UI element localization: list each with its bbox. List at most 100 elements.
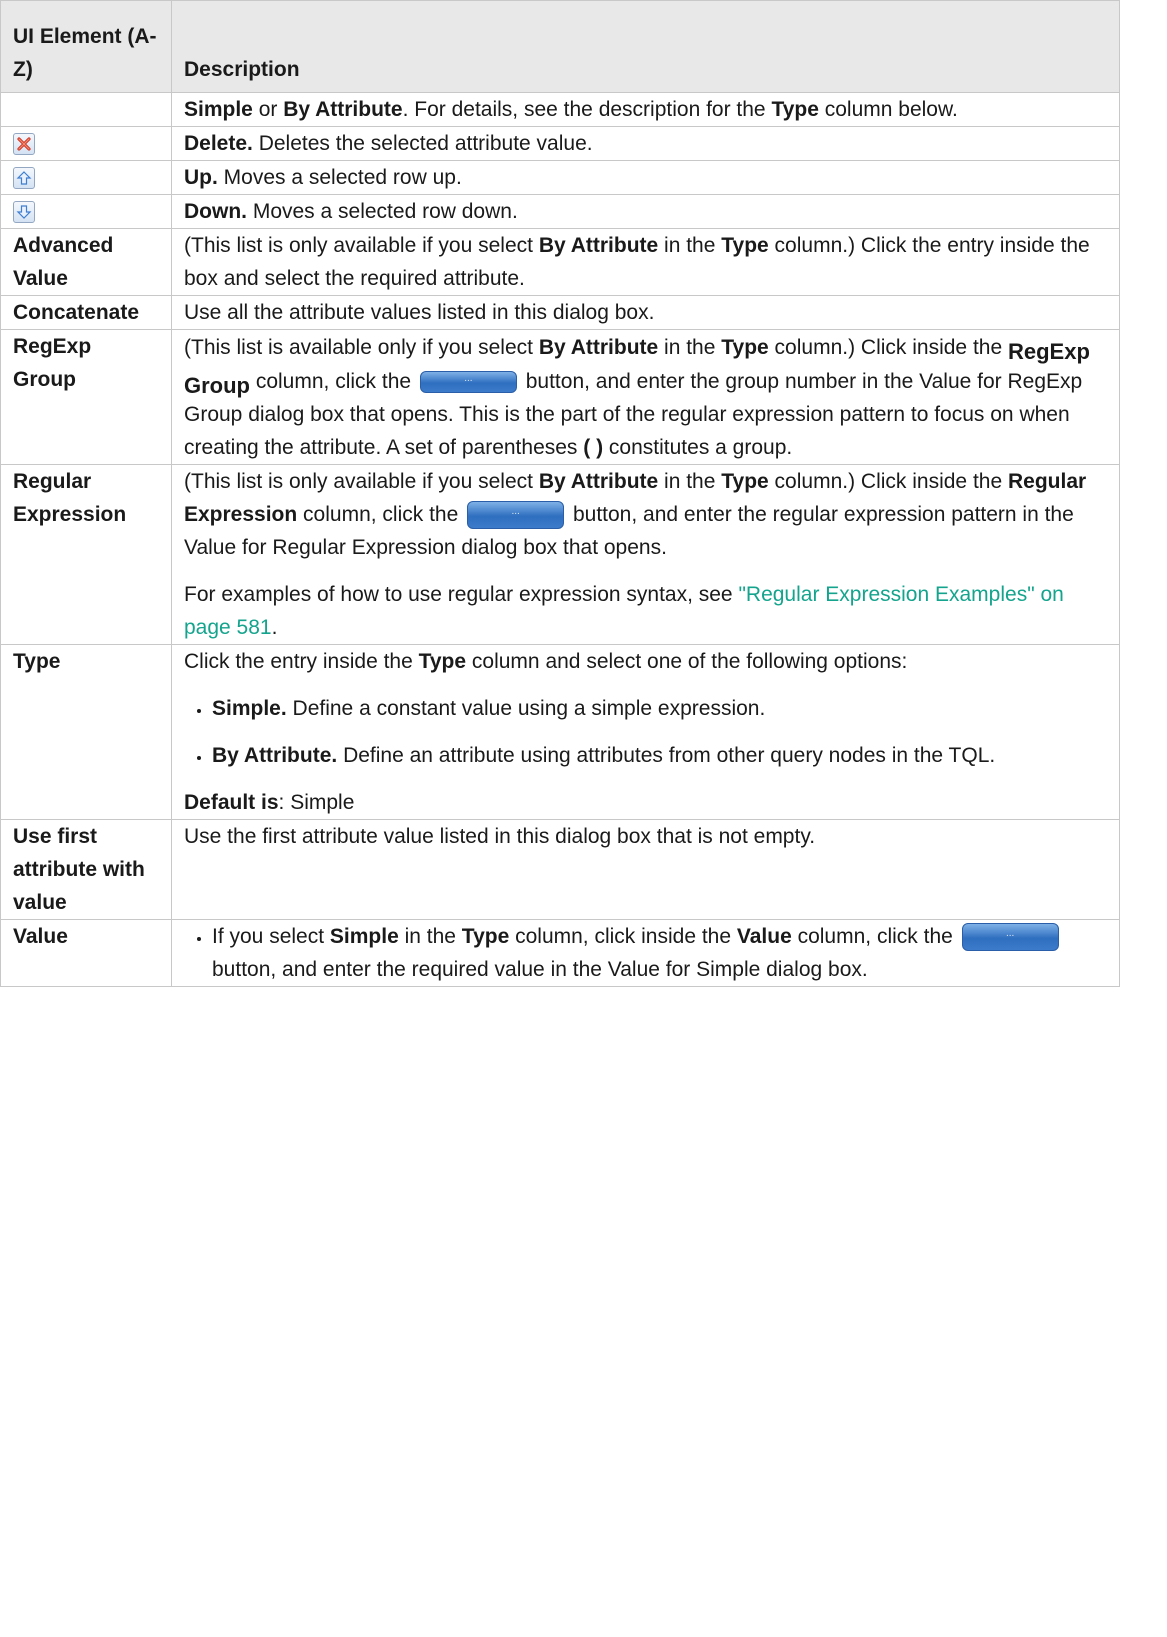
desc-text: (This list is available only if you sele… [184,336,539,359]
term-by-attribute: By Attribute. [212,744,338,767]
description-cell: Simple or By Attribute. For details, see… [171,92,1120,127]
arrow-down-icon[interactable] [13,201,35,224]
element-cell-empty [0,92,172,127]
element-cell [0,160,172,195]
desc-text: constitutes a group. [603,436,793,459]
element-cell: Concatenate [0,295,172,330]
description-cell: Use all the attribute values listed in t… [171,295,1120,330]
desc-text: If you select [212,925,330,948]
term-type: Type [418,650,467,673]
term-type: Type [721,336,769,359]
description-cell: Down. Moves a selected row down. [171,194,1120,229]
delete-x-icon[interactable] [13,133,35,156]
description-cell: Use the first attribute value listed in … [171,819,1120,920]
term-delete: Delete. [184,132,253,155]
desc-text: column.) Click inside the [768,336,1008,359]
column-header-description: Description [171,0,1120,93]
table-header-row: UI Element (A-Z) Description [0,0,1120,93]
ellipsis-button[interactable]: ... [961,923,1059,952]
desc-text: column, click the [791,925,959,948]
desc-text: column, click the [250,370,417,393]
desc-text: . For details, see the description for t… [402,98,772,121]
term-type: Type [461,925,510,948]
element-cell: Type [0,644,172,820]
desc-text: : Simple [278,791,355,814]
term-type: Type [721,234,769,257]
desc-paragraph: Default is: Simple [184,786,1107,819]
list-item: Simple. Define a constant value using a … [212,692,1107,725]
table-row: Use first attribute with value Use the f… [0,819,1120,920]
desc-text: column and select one of the following o… [466,650,908,673]
desc-text: . [271,616,278,639]
table-row: Simple or By Attribute. For details, see… [0,92,1120,127]
term-by-attribute: By Attribute [538,336,659,359]
desc-text: Define an attribute using attributes fro… [337,744,996,767]
table-row: RegExp Group (This list is available onl… [0,329,1120,465]
options-list: If you select Simple in the Type column,… [184,920,1107,986]
element-cell: Use first attribute with value [0,819,172,920]
description-cell: Up. Moves a selected row up. [171,160,1120,195]
desc-text: Moves a selected row down. [247,200,518,223]
ellipsis-button[interactable]: ... [467,501,565,530]
term-value: Value [736,925,792,948]
desc-text: column, click the [297,503,465,526]
desc-text: column.) Click inside the [768,470,1008,493]
term-up: Up. [184,166,218,189]
term-default: Default is [184,791,279,814]
element-cell: Value [0,919,172,987]
desc-text: or [252,98,284,121]
desc-text: Deletes the selected attribute value. [252,132,593,155]
desc-text: (This list is only available if you sele… [184,234,539,257]
column-header-ui-element: UI Element (A-Z) [0,0,172,93]
desc-text: in the [658,336,722,359]
table-row: Delete. Deletes the selected attribute v… [0,126,1120,161]
desc-paragraph: Click the entry inside the Type column a… [184,645,1107,678]
desc-text: Define a constant value using a simple e… [286,697,766,720]
element-cell [0,194,172,229]
description-cell: (This list is available only if you sele… [171,329,1120,465]
element-cell: Regular Expression [0,464,172,645]
desc-text: For examples of how to use regular expre… [184,583,739,606]
desc-text: in the [398,925,462,948]
options-list: Simple. Define a constant value using a … [184,692,1107,772]
ellipsis-button[interactable]: ... [419,371,517,394]
table-row: Advanced Value (This list is only availa… [0,228,1120,296]
table-row: Regular Expression (This list is only av… [0,464,1120,645]
term-by-attribute: By Attribute [538,234,659,257]
element-cell: RegExp Group [0,329,172,465]
term-down: Down. [184,200,247,223]
term-parentheses: ( ) [583,436,604,459]
desc-text: column, click inside the [509,925,737,948]
term-by-attribute: By Attribute [538,470,659,493]
description-cell: (This list is only available if you sele… [171,464,1120,645]
table-row: Up. Moves a selected row up. [0,160,1120,195]
description-cell: (This list is only available if you sele… [171,228,1120,296]
element-cell [0,126,172,161]
desc-text: in the [658,234,722,257]
description-cell: Delete. Deletes the selected attribute v… [171,126,1120,161]
description-cell: Click the entry inside the Type column a… [171,644,1120,820]
arrow-up-icon[interactable] [13,167,35,190]
desc-text: Click the entry inside the [184,650,419,673]
desc-text: column below. [818,98,958,121]
term-type: Type [721,470,769,493]
list-item: By Attribute. Define an attribute using … [212,739,1107,772]
desc-text: Moves a selected row up. [217,166,462,189]
term-simple: Simple [329,925,399,948]
description-cell: If you select Simple in the Type column,… [171,919,1120,987]
desc-paragraph: For examples of how to use regular expre… [184,578,1107,644]
element-cell: Advanced Value [0,228,172,296]
desc-paragraph: (This list is only available if you sele… [184,465,1107,564]
table-row: Value If you select Simple in the Type c… [0,919,1120,987]
desc-text: button, and enter the required value in … [212,958,868,981]
term-by-attribute: By Attribute [283,98,403,121]
ui-elements-table: UI Element (A-Z) Description Simple or B… [0,0,1120,987]
term-simple: Simple. [212,697,287,720]
desc-text: in the [658,470,722,493]
term-type: Type [771,98,819,121]
table-row: Concatenate Use all the attribute values… [0,295,1120,330]
desc-text: (This list is only available if you sele… [184,470,539,493]
term-simple: Simple [184,98,253,121]
table-row: Type Click the entry inside the Type col… [0,644,1120,820]
list-item: If you select Simple in the Type column,… [212,920,1107,986]
